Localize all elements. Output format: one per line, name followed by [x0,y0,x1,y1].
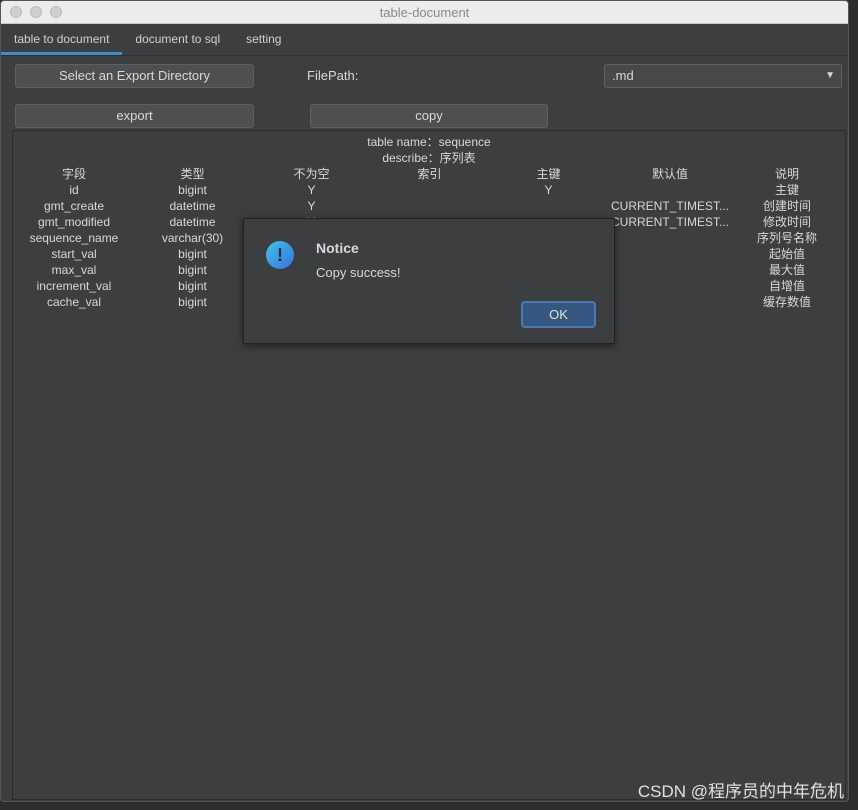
column-header: 说明 [775,167,800,181]
maximize-window-button[interactable] [50,6,62,18]
table-cell [611,278,729,294]
table-cell: 主键 [775,183,800,197]
column-header: 主键 [536,167,561,181]
tab-bar: table to document document to sql settin… [1,24,848,56]
filepath-label: FilePath: [307,68,359,83]
table-cell [611,246,729,262]
table-cell: cache_val [46,295,102,309]
tab-setting[interactable]: setting [233,24,294,55]
table-cell: id [69,183,79,197]
format-select[interactable]: .md ▼ [604,64,842,88]
table-cell: sequence_name [29,231,119,245]
table-cell [611,230,729,246]
table-cell [611,262,729,278]
dialog-message: Copy success! [316,265,401,280]
table-cell [611,294,729,310]
table-cell: 最大值 [769,263,806,277]
notice-dialog: ! Notice Copy success! OK [243,218,615,344]
copy-button[interactable]: copy [310,104,548,128]
window-title: table-document [379,5,470,20]
table-cell: 起始值 [769,247,806,261]
table-cell: gmt_create [43,199,105,213]
ok-button[interactable]: OK [521,301,596,328]
table-cell [373,182,486,198]
close-window-button[interactable] [10,6,22,18]
tab-document-to-sql[interactable]: document to sql [122,24,233,55]
format-value: .md [612,68,634,83]
table-cell: datetime [169,199,216,213]
table-cell: 修改时间 [763,215,812,229]
title-bar: table-document [1,1,848,24]
chevron-down-icon: ▼ [825,70,835,81]
table-cell: start_val [51,247,97,261]
table-cell: Y [544,183,553,197]
app-window: table-document table to document documen… [0,0,849,802]
select-export-directory-button[interactable]: Select an Export Directory [15,64,254,88]
table-cell: bigint [178,183,207,197]
table-describe: describe：序列表 [382,151,476,165]
table-cell: 创建时间 [763,199,812,213]
table-cell: Y [307,199,316,213]
column-header: 默认值 [652,167,689,181]
table-cell: 缓存数值 [763,295,812,309]
table-cell: CURRENT_TIMEST... [611,215,730,229]
exclamation-icon: ! [266,241,294,269]
table-header-row: 字段 类型 不为空 索引 主键 默认值 说明 [13,166,845,182]
table-cell: 序列号名称 [757,231,818,245]
table-cell: 自增值 [769,279,806,293]
column-header: 索引 [417,167,442,181]
dialog-title: Notice [316,240,359,256]
table-cell: Y [307,183,316,197]
table-cell: gmt_modified [37,215,111,229]
table-cell: datetime [169,215,216,229]
tab-table-to-document[interactable]: table to document [1,24,123,55]
table-cell: bigint [178,247,207,261]
table-row: gmt_create datetime Y CURRENT_TIMEST... 创建时间 [13,198,845,214]
table-cell [373,198,486,214]
watermark: CSDN @程序员的中年危机 [637,782,844,801]
table-name: table name：sequence [367,135,491,149]
minimize-window-button[interactable] [30,6,42,18]
table-cell: increment_val [36,279,112,293]
table-row: id bigint Y Y 主键 [13,182,845,198]
table-cell: varchar(30) [161,231,224,245]
column-header: 类型 [180,167,205,181]
column-header: 不为空 [293,167,330,181]
table-cell: CURRENT_TIMEST... [611,199,730,213]
column-header: 字段 [61,167,86,181]
table-cell [486,198,611,214]
table-cell: max_val [51,263,97,277]
table-cell [611,182,729,198]
table-cell: bigint [178,263,207,277]
export-button[interactable]: export [15,104,254,128]
table-cell: bigint [178,295,207,309]
table-cell: bigint [178,279,207,293]
